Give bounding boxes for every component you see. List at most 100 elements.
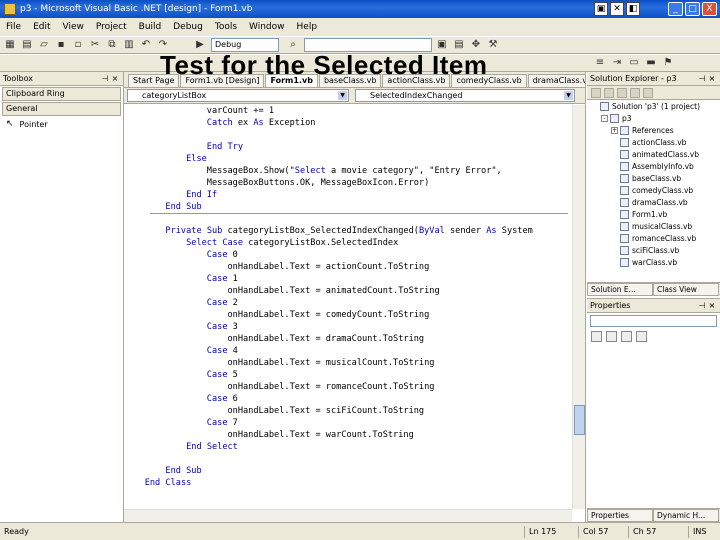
tree-item[interactable]: - p3	[587, 112, 720, 124]
solution-bottom-tabs: Solution E... Class View	[587, 282, 720, 296]
event-combo[interactable]: SelectedIndexChanged ▼	[355, 89, 575, 102]
object-combo-value: categoryListBox	[142, 91, 207, 100]
add-item-icon[interactable]: ▤	[21, 39, 33, 51]
code-line: MessageBoxButtons.OK, MessageBoxIcon.Err…	[124, 177, 572, 189]
save-all-icon[interactable]: ▫	[72, 39, 84, 51]
save-icon[interactable]: ▣	[594, 2, 608, 16]
refresh-icon[interactable]	[617, 87, 627, 98]
view-designer-icon[interactable]	[604, 87, 614, 98]
code-text-area[interactable]: varCount += 1 Catch ex As Exception End …	[124, 105, 572, 509]
horizontal-scrollbar[interactable]	[124, 509, 572, 522]
vertical-scrollbar[interactable]	[572, 105, 585, 509]
uncomment-icon[interactable]: ▬	[645, 57, 657, 69]
pin-icon[interactable]: ⊣	[697, 301, 707, 310]
tree-item[interactable]: actionClass.vb	[587, 136, 720, 148]
scroll-thumb[interactable]	[574, 405, 585, 435]
tree-item[interactable]: AssemblyInfo.vb	[587, 160, 720, 172]
maximize-button[interactable]: □	[685, 2, 700, 16]
alphabetical-icon[interactable]	[606, 330, 617, 342]
menu-build[interactable]: Build	[139, 22, 162, 32]
code-text: Case 4	[206, 346, 238, 356]
tree-item[interactable]: animatedClass.vb	[587, 148, 720, 160]
undo-icon[interactable]: ↶	[140, 39, 152, 51]
menu-help[interactable]: Help	[297, 22, 318, 32]
close-icon[interactable]: ×	[707, 74, 717, 83]
tab-clipboard-ring[interactable]: Clipboard Ring	[2, 87, 121, 101]
tree-item[interactable]: + References	[587, 124, 720, 136]
status-text: Ready	[4, 527, 29, 536]
file-icon	[620, 245, 629, 255]
tree-item[interactable]: dramaClass.vb	[587, 196, 720, 208]
menu-debug[interactable]: Debug	[173, 22, 203, 32]
cut-icon[interactable]: ✂	[89, 39, 101, 51]
property-pages-icon[interactable]	[636, 330, 647, 342]
new-project-icon[interactable]: ▦	[4, 39, 16, 51]
image-icon[interactable]: ◧	[626, 2, 640, 16]
tree-item[interactable]: comedyClass.vb	[587, 184, 720, 196]
chevron-down-icon: ▼	[338, 91, 347, 100]
tools-icon[interactable]: ⚒	[487, 39, 499, 51]
menu-window[interactable]: Window	[249, 22, 285, 32]
paste-icon[interactable]: ▥	[123, 39, 135, 51]
file-icon	[620, 161, 629, 171]
tab-dynamic-help[interactable]: Dynamic H...	[653, 509, 719, 522]
copy-icon[interactable]: ⧉	[106, 39, 118, 51]
app-icon	[4, 3, 16, 15]
code-text: Case 6	[206, 394, 238, 404]
file-icon	[620, 209, 629, 219]
properties-bottom-tabs: Properties Dynamic H...	[587, 508, 720, 522]
view-code-icon[interactable]	[591, 87, 601, 98]
save-icon[interactable]: ▪	[55, 39, 67, 51]
properties-view-icon[interactable]	[621, 330, 632, 342]
pin-icon[interactable]: ⊣	[697, 74, 707, 83]
close-icon[interactable]: ×	[110, 74, 120, 83]
tree-item[interactable]: baseClass.vb	[587, 172, 720, 184]
code-line: End Select	[124, 441, 572, 453]
excel-icon[interactable]: ✕	[610, 2, 624, 16]
code-text: End Try	[206, 142, 244, 152]
comment-icon[interactable]: ▭	[628, 57, 640, 69]
menu-project[interactable]: Project	[96, 22, 127, 32]
categorized-icon[interactable]	[591, 330, 602, 342]
tree-item[interactable]: Solution 'p3' (1 project)	[587, 100, 720, 112]
expand-icon[interactable]: +	[611, 126, 618, 134]
indent-icon[interactable]: ⇥	[611, 57, 623, 69]
tab-solution-explorer[interactable]: Solution E...	[587, 283, 653, 296]
code-line: End Sub	[124, 465, 572, 477]
tree-item-label: animatedClass.vb	[632, 149, 699, 159]
tab-class-view[interactable]: Class View	[653, 283, 719, 296]
tree-item[interactable]: romanceClass.vb	[587, 232, 720, 244]
status-mode: INS	[688, 526, 706, 538]
tab-properties[interactable]: Properties	[587, 509, 653, 522]
properties-icon[interactable]	[643, 87, 653, 98]
show-all-files-icon[interactable]	[630, 87, 640, 98]
close-icon[interactable]: ×	[707, 301, 717, 310]
tree-item[interactable]: sciFiClass.vb	[587, 244, 720, 256]
toolbox-item-pointer[interactable]: ↖ Pointer	[0, 117, 123, 131]
tree-item[interactable]: musicalClass.vb	[587, 220, 720, 232]
minimize-button[interactable]: _	[668, 2, 683, 16]
code-text: Case 0	[206, 250, 238, 260]
align-icon[interactable]: ≡	[594, 57, 606, 69]
tree-item[interactable]: warClass.vb	[587, 256, 720, 268]
code-text: Else	[186, 154, 207, 164]
menu-tools[interactable]: Tools	[215, 22, 237, 32]
menu-edit[interactable]: Edit	[33, 22, 50, 32]
open-icon[interactable]: ▱	[38, 39, 50, 51]
object-combo[interactable]: categoryListBox ▼	[127, 89, 349, 102]
collapse-icon[interactable]: -	[601, 114, 608, 122]
tab-document[interactable]: dramaClass.vb	[527, 74, 585, 87]
tree-item[interactable]: Form1.vb	[587, 208, 720, 220]
menu-view[interactable]: View	[63, 22, 84, 32]
close-button[interactable]: X	[702, 2, 717, 16]
pin-icon[interactable]: ⊣	[100, 74, 110, 83]
object-selector[interactable]	[590, 315, 717, 327]
code-line: Case 4	[124, 345, 572, 357]
solution-explorer-toolbar	[587, 86, 720, 100]
tree-item-label: p3	[622, 113, 632, 123]
tab-general[interactable]: General	[2, 102, 121, 116]
code-text: Case 5	[206, 370, 238, 380]
bookmark-icon[interactable]: ⚑	[662, 57, 674, 69]
menu-file[interactable]: File	[6, 22, 21, 32]
